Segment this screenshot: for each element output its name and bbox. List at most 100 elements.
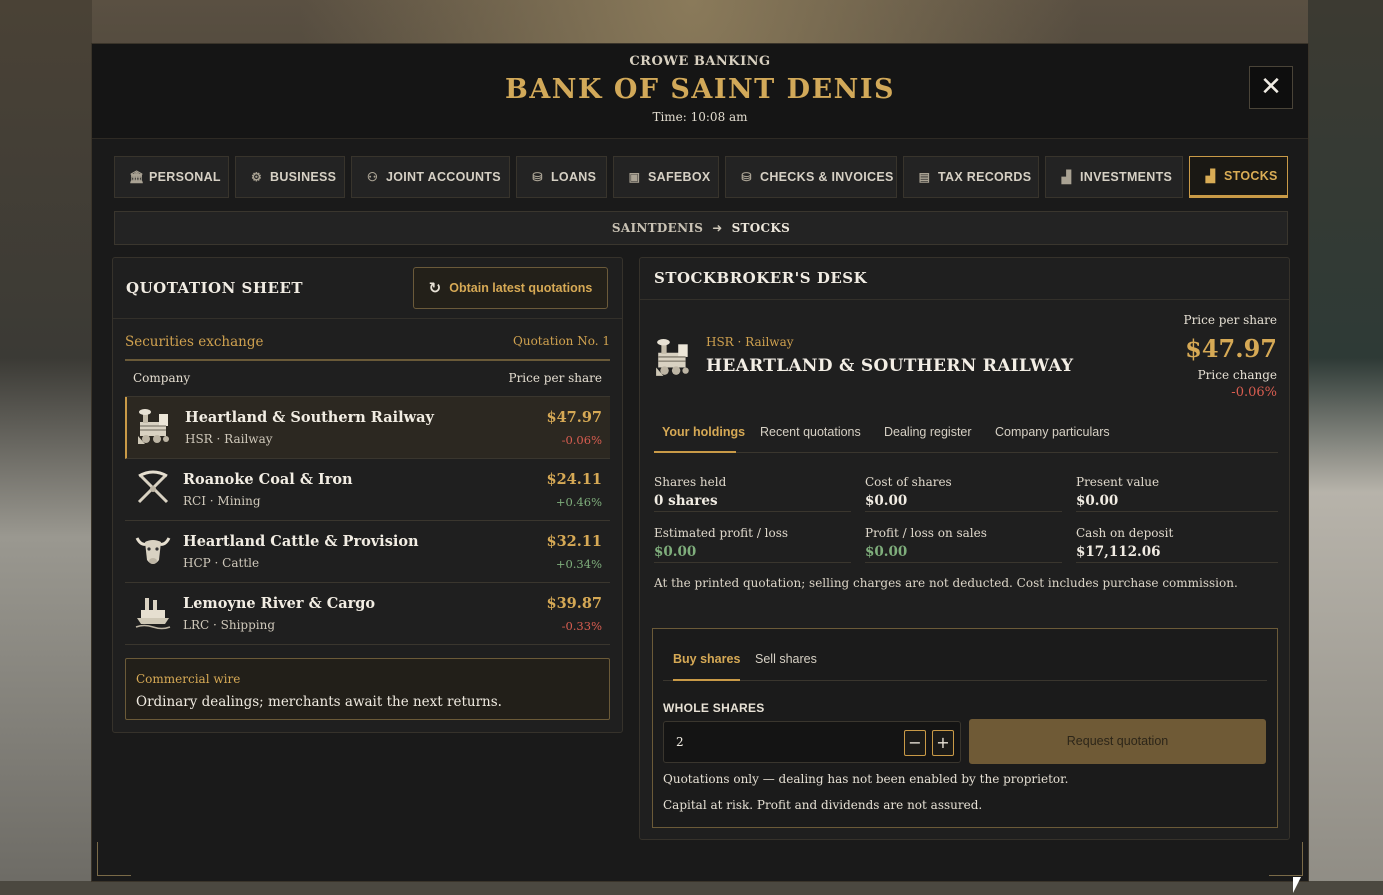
steamboat-icon [135, 598, 171, 630]
stat-shares-held: Shares held 0 shares [654, 468, 851, 512]
company-name: Heartland & Southern Railway [185, 409, 434, 426]
company-change: -0.06% [561, 433, 602, 447]
price-change-value: -0.06% [1231, 385, 1277, 400]
table-header: Company Price per share [125, 361, 610, 397]
desk-header: STOCKBROKER'S DESK [640, 258, 1289, 300]
tab-tax-records[interactable]: ▤ TAX RECORDS [903, 156, 1039, 198]
stat-label: Cash on deposit [1076, 526, 1174, 540]
stat-value: $17,112.06 [1076, 544, 1161, 560]
tab-label: SAFEBOX [648, 170, 711, 184]
subtab-your-holdings[interactable]: Your holdings [662, 425, 745, 439]
dealing-disclaimer: Quotations only — dealing has not been e… [663, 772, 1069, 786]
tab-joint-accounts[interactable]: ⚇ JOINT ACCOUNTS [351, 156, 510, 198]
whole-shares-label: WHOLE SHARES [663, 701, 765, 715]
desk-subtabs: Your holdings Recent quotations Dealing … [654, 413, 1278, 453]
quotation-number: Quotation No. 1 [513, 334, 610, 348]
subtab-recent-quotations[interactable]: Recent quotations [760, 425, 861, 439]
page-title: BANK OF SAINT DENIS [505, 74, 895, 105]
company-row-hsr[interactable]: Heartland & Southern Railway HSR · Railw… [125, 397, 610, 459]
desk-title: STOCKBROKER'S DESK [654, 269, 868, 287]
tab-safebox[interactable]: ▣ SAFEBOX [613, 156, 719, 198]
stat-cash-on-deposit: Cash on deposit $17,112.06 [1076, 519, 1278, 563]
column-price: Price per share [508, 371, 603, 385]
company-row-hcp[interactable]: Heartland Cattle & Provision HCP · Cattl… [125, 521, 610, 583]
document-icon: ▤ [918, 169, 931, 184]
close-button[interactable]: ✕ [1249, 66, 1293, 109]
tab-label: STOCKS [1224, 169, 1278, 183]
company-ticker: HSR · Railway [185, 432, 273, 446]
locomotive-icon [656, 339, 689, 376]
safe-icon: ▣ [628, 169, 641, 184]
tab-label: PERSONAL [149, 170, 221, 184]
trade-box: Buy shares Sell shares WHOLE SHARES − + … [652, 628, 1278, 828]
stocks-chart-icon: ▟ [1205, 168, 1216, 183]
tab-sell-shares[interactable]: Sell shares [755, 652, 817, 666]
tab-label: CHECKS & INVOICES [760, 170, 894, 184]
coins-icon: ⛁ [532, 169, 543, 184]
company-change: +0.46% [555, 495, 602, 509]
active-tab-indicator [654, 451, 736, 453]
bank-panel: CROWE BANKING BANK OF SAINT DENIS Time: … [91, 43, 1309, 882]
stockbroker-desk: STOCKBROKER'S DESK HSR · Railway HEARTLA… [639, 257, 1290, 840]
corner-ornament [1269, 842, 1303, 876]
stat-value: $0.00 [865, 544, 908, 560]
increment-button[interactable]: + [932, 730, 954, 756]
tab-checks-invoices[interactable]: ⛁ CHECKS & INVOICES [725, 156, 897, 198]
company-row-lrc[interactable]: Lemoyne River & Cargo LRC · Shipping $39… [125, 583, 610, 645]
company-ticker: LRC · Shipping [183, 618, 276, 632]
corner-ornament [97, 842, 131, 876]
business-icon: ⚙ [250, 169, 263, 184]
breadcrumb-current: STOCKS [731, 221, 791, 235]
time-display: Time: 10:08 am [652, 110, 748, 124]
stat-value: $0.00 [654, 544, 697, 560]
request-quotation-button[interactable]: Request quotation [969, 719, 1266, 764]
background-right [1308, 0, 1383, 895]
stat-present-value: Present value $0.00 [1076, 468, 1278, 512]
tab-label: INVESTMENTS [1080, 170, 1173, 184]
mouse-cursor [1293, 877, 1301, 893]
decrement-button[interactable]: − [904, 730, 926, 756]
obtain-quotations-button[interactable]: ↻ Obtain latest quotations [413, 267, 608, 309]
tab-buy-shares[interactable]: Buy shares [673, 652, 740, 666]
tab-business[interactable]: ⚙ BUSINESS [235, 156, 345, 198]
stat-value: $0.00 [1076, 493, 1119, 509]
company-row-rci[interactable]: Roanoke Coal & Iron RCI · Mining $24.11 … [125, 459, 610, 521]
selected-company-name: HEARTLAND & SOUTHERN RAILWAY [706, 356, 1074, 376]
tab-investments[interactable]: ▟ INVESTMENTS [1045, 156, 1183, 198]
column-company: Company [133, 371, 191, 385]
stat-label: Cost of shares [865, 475, 952, 489]
company-ticker: HCP · Cattle [183, 556, 260, 570]
arrow-right-icon: ➜ [712, 221, 723, 235]
stat-value: 0 shares [654, 493, 718, 509]
obtain-quotations-label: Obtain latest quotations [449, 281, 593, 295]
stat-label: Shares held [654, 475, 727, 489]
company-name: Lemoyne River & Cargo [183, 595, 376, 612]
subtab-company-particulars[interactable]: Company particulars [995, 425, 1110, 439]
tab-loans[interactable]: ⛁ LOANS [516, 156, 607, 198]
breadcrumb: SAINTDENIS ➜ STOCKS [114, 211, 1288, 245]
company-ticker: RCI · Mining [183, 494, 261, 508]
stat-label: Present value [1076, 475, 1160, 489]
tab-personal[interactable]: 🏛 PERSONAL [114, 156, 229, 198]
stat-cost-of-shares: Cost of shares $0.00 [865, 468, 1062, 512]
wire-text: Ordinary dealings; merchants await the n… [136, 694, 502, 710]
company-price: $47.97 [546, 409, 603, 426]
company-price: $32.11 [546, 533, 603, 550]
quantity-stepper: − + [663, 721, 961, 763]
breadcrumb-location: SAINTDENIS [611, 221, 704, 235]
shares-input[interactable] [664, 722, 894, 762]
exchange-label: Securities exchange [125, 334, 264, 350]
locomotive-icon [138, 409, 169, 444]
subtab-dealing-register[interactable]: Dealing register [884, 425, 972, 439]
checks-icon: ⛁ [741, 169, 752, 184]
price-per-share-label: Price per share [1183, 313, 1278, 327]
stat-label: Profit / loss on sales [865, 526, 987, 540]
stat-value: $0.00 [865, 493, 908, 509]
people-icon: ⚇ [366, 169, 379, 184]
selected-symbol: HSR · Railway [706, 335, 794, 349]
company-list: Heartland & Southern Railway HSR · Railw… [125, 397, 610, 645]
stat-estimated-profit-loss: Estimated profit / loss $0.00 [654, 519, 851, 563]
tab-stocks[interactable]: ▟ STOCKS [1189, 156, 1288, 198]
refresh-icon: ↻ [428, 279, 442, 297]
stat-label: Estimated profit / loss [654, 526, 789, 540]
